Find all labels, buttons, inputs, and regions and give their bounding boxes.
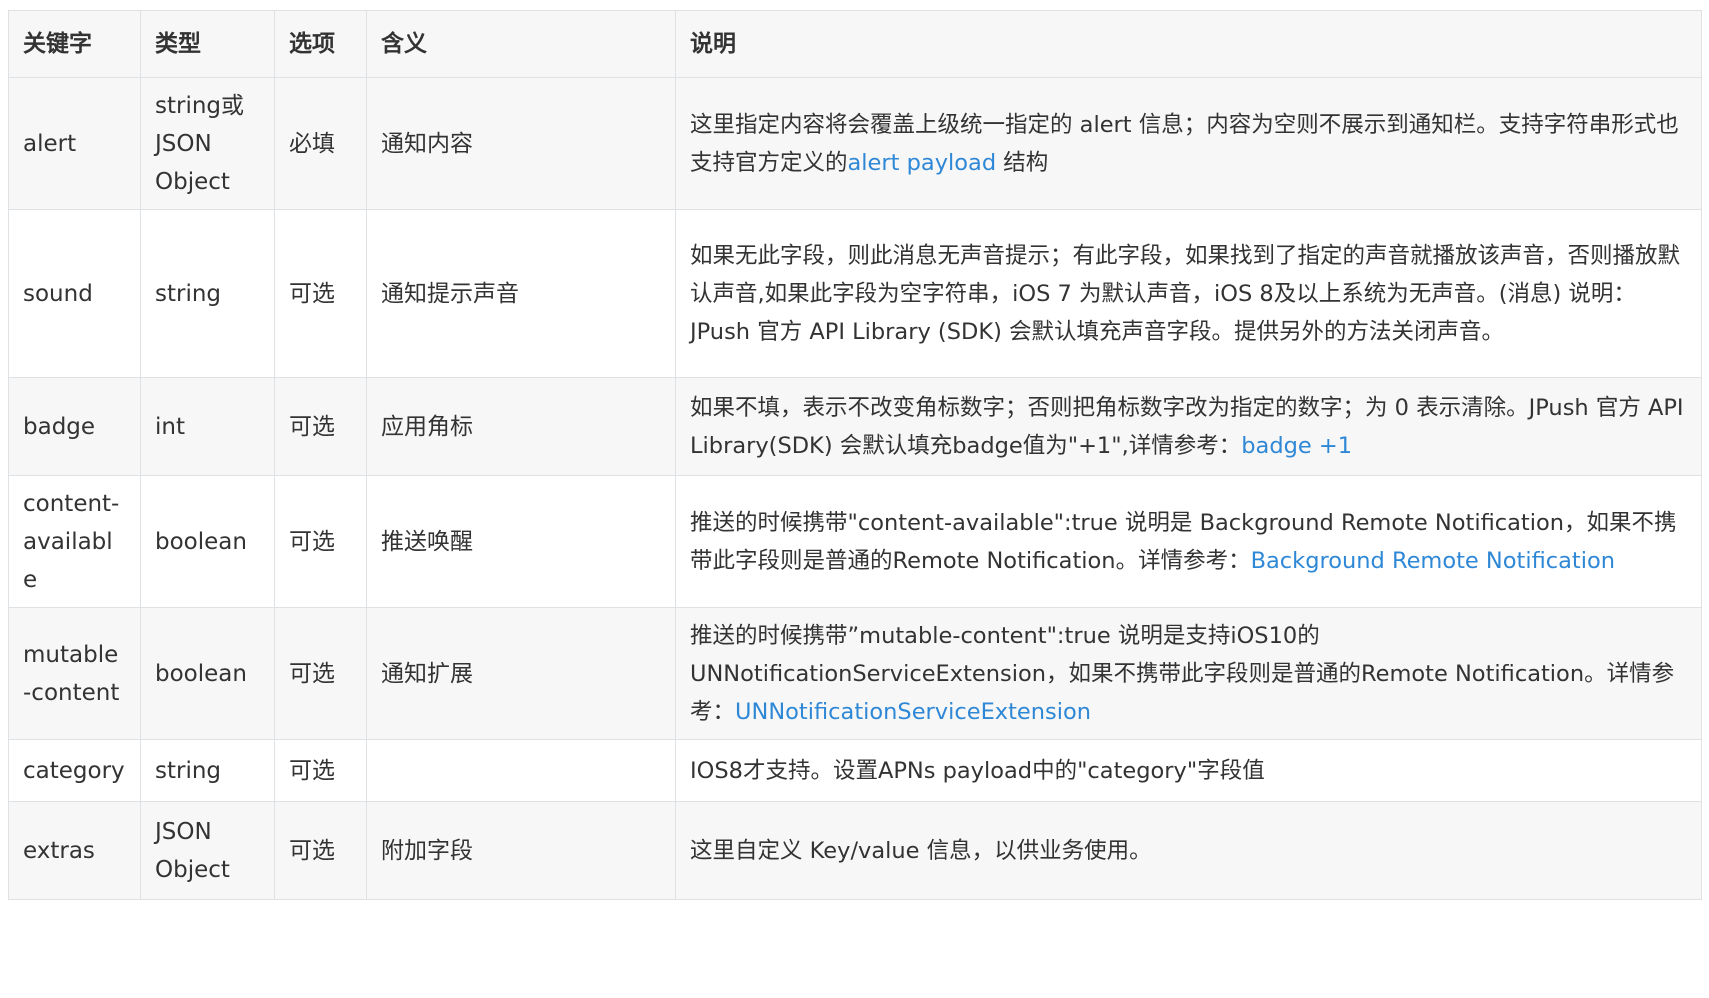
- cell-option: 可选: [274, 801, 367, 900]
- table-row: content-available boolean 可选 推送唤醒 推送的时候携…: [8, 475, 1702, 608]
- cell-keyword: content-available: [8, 475, 141, 608]
- table-row: sound string 可选 通知提示声音 如果无此字段，则此消息无声音提示；…: [8, 209, 1702, 378]
- header-option: 选项: [274, 10, 367, 78]
- description-text: 这里自定义 Key/value 信息，以供业务使用。: [690, 837, 1152, 864]
- cell-description: 这里指定内容将会覆盖上级统一指定的 alert 信息；内容为空则不展示到通知栏。…: [675, 77, 1702, 210]
- cell-option: 可选: [274, 739, 367, 802]
- cell-option: 可选: [274, 475, 367, 608]
- table-row: mutable-content boolean 可选 通知扩展 推送的时候携带”…: [8, 607, 1702, 740]
- cell-keyword: sound: [8, 209, 141, 378]
- reference-link[interactable]: UNNotificationServiceExtension: [735, 699, 1091, 725]
- apns-fields-table: 关键字 类型 选项 含义 说明 alert string或JSON Object…: [8, 10, 1702, 900]
- cell-description: 如果不填，表示不改变角标数字；否则把角标数字改为指定的数字；为 0 表示清除。J…: [675, 377, 1702, 476]
- cell-option: 可选: [274, 209, 367, 378]
- header-type: 类型: [140, 10, 275, 78]
- cell-description: IOS8才支持。设置APNs payload中的"category"字段值: [675, 739, 1702, 802]
- reference-link[interactable]: alert payload: [848, 150, 997, 176]
- cell-keyword: alert: [8, 77, 141, 210]
- table-header-row: 关键字 类型 选项 含义 说明: [8, 10, 1702, 78]
- cell-option: 必填: [274, 77, 367, 210]
- cell-type: string或JSON Object: [140, 77, 275, 210]
- table-row: badge int 可选 应用角标 如果不填，表示不改变角标数字；否则把角标数字…: [8, 377, 1702, 476]
- cell-meaning: 通知提示声音: [366, 209, 676, 378]
- cell-description: 推送的时候携带”mutable-content":true 说明是支持iOS10…: [675, 607, 1702, 740]
- table-row: extras JSON Object 可选 附加字段 这里自定义 Key/val…: [8, 801, 1702, 900]
- cell-type: JSON Object: [140, 801, 275, 900]
- cell-description: 如果无此字段，则此消息无声音提示；有此字段，如果找到了指定的声音就播放该声音，否…: [675, 209, 1702, 378]
- cell-option: 可选: [274, 607, 367, 740]
- cell-keyword: badge: [8, 377, 141, 476]
- reference-link[interactable]: badge +1: [1241, 433, 1352, 459]
- cell-type: int: [140, 377, 275, 476]
- cell-meaning: [366, 739, 676, 802]
- description-text: 这里指定内容将会覆盖上级统一指定的 alert 信息；内容为空则不展示到通知栏。…: [690, 111, 1679, 176]
- description-text: 结构: [996, 149, 1049, 176]
- description-text: 如果无此字段，则此消息无声音提示；有此字段，如果找到了指定的声音就播放该声音，否…: [690, 242, 1681, 345]
- cell-description: 推送的时候携带"content-available":true 说明是 Back…: [675, 475, 1702, 608]
- cell-keyword: mutable-content: [8, 607, 141, 740]
- table-row: alert string或JSON Object 必填 通知内容 这里指定内容将…: [8, 77, 1702, 210]
- cell-type: boolean: [140, 475, 275, 608]
- cell-meaning: 推送唤醒: [366, 475, 676, 608]
- cell-type: string: [140, 209, 275, 378]
- cell-meaning: 通知内容: [366, 77, 676, 210]
- header-keyword: 关键字: [8, 10, 141, 78]
- cell-meaning: 附加字段: [366, 801, 676, 900]
- cell-keyword: extras: [8, 801, 141, 900]
- cell-option: 可选: [274, 377, 367, 476]
- cell-meaning: 通知扩展: [366, 607, 676, 740]
- cell-keyword: category: [8, 739, 141, 802]
- reference-link[interactable]: Background Remote Notification: [1251, 548, 1615, 574]
- header-description: 说明: [675, 10, 1702, 78]
- cell-description: 这里自定义 Key/value 信息，以供业务使用。: [675, 801, 1702, 900]
- cell-meaning: 应用角标: [366, 377, 676, 476]
- description-text: 如果不填，表示不改变角标数字；否则把角标数字改为指定的数字；为 0 表示清除。J…: [690, 394, 1684, 459]
- table-row: category string 可选 IOS8才支持。设置APNs payloa…: [8, 739, 1702, 802]
- description-text: IOS8才支持。设置APNs payload中的"category"字段值: [690, 757, 1265, 784]
- cell-type: boolean: [140, 607, 275, 740]
- header-meaning: 含义: [366, 10, 676, 78]
- cell-type: string: [140, 739, 275, 802]
